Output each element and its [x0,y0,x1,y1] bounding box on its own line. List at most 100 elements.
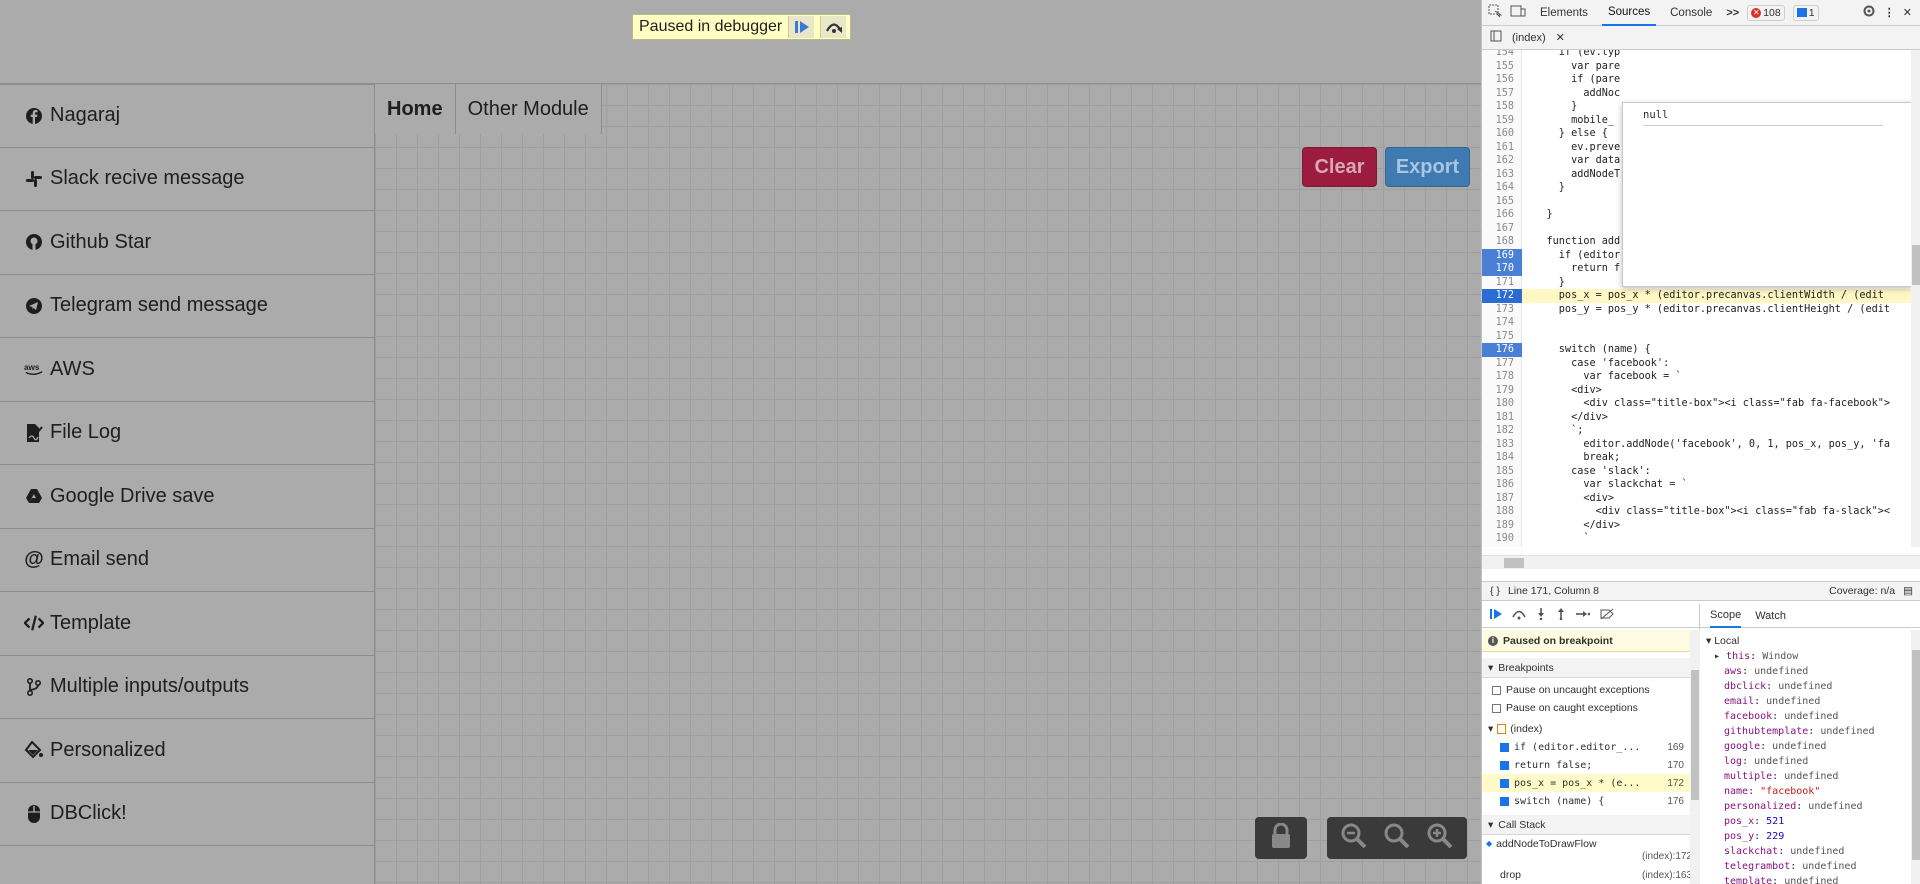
sidebar-item-dbclick[interactable]: DBClick! [0,783,374,846]
scope-variable[interactable]: multiple: undefined [1700,769,1920,784]
code-line[interactable]: 187 <div> [1482,492,1920,506]
lock-button[interactable] [1255,817,1307,859]
code-line[interactable]: 180 <div class="title-box"><i class="fab… [1482,397,1920,411]
coverage-icon[interactable]: ▤ [1903,585,1913,597]
settings-icon[interactable] [1862,4,1876,21]
sidebar-item-template[interactable]: Template [0,592,374,656]
line-number[interactable]: 175 [1482,330,1522,344]
scope-variable[interactable]: template: undefined [1700,874,1920,884]
sidebar-item-telegram-send-message[interactable]: Telegram send message [0,275,374,338]
file-tab-index[interactable]: (index) [1512,32,1546,44]
pause-caught-checkbox[interactable] [1492,703,1501,713]
code-line[interactable]: 182 `; [1482,424,1920,438]
scope-variable[interactable]: slackchat: undefined [1700,844,1920,859]
debugger-sidebar-scrollbar[interactable] [1690,630,1700,884]
step-over-icon[interactable] [1512,608,1526,623]
scope-scrollbar[interactable] [1911,630,1920,884]
scope-variable[interactable]: pos_x: 521 [1700,814,1920,829]
zoom-reset-icon[interactable] [1383,822,1411,855]
kebab-menu-icon[interactable]: ⋮ [1884,6,1895,19]
line-number[interactable]: 164 [1482,181,1522,195]
code-line[interactable]: 156 if (pare [1482,73,1920,87]
inspect-icon[interactable] [1488,4,1503,21]
code-line[interactable]: 186 var slackchat = ` [1482,478,1920,492]
close-devtools-icon[interactable]: ✕ [1903,6,1912,19]
line-number[interactable]: 180 [1482,397,1522,411]
code-editor[interactable]: 154 if (ev.typ 155 var pare 156 if (pare 15… [1482,50,1920,547]
line-number[interactable]: 188 [1482,505,1522,519]
sidebar-item-nagaraj[interactable]: Nagaraj [0,84,374,148]
line-number[interactable]: 181 [1482,411,1522,425]
code-line[interactable]: 185 case 'slack': [1482,465,1920,479]
code-line[interactable]: 155 var pare [1482,60,1920,74]
scope-variable[interactable]: personalized: undefined [1700,799,1920,814]
scope-variable[interactable]: dbclick: undefined [1700,679,1920,694]
call-frame-row[interactable]: drop (index):163 [1482,866,1700,884]
line-number[interactable]: 156 [1482,73,1522,87]
line-number[interactable]: 163 [1482,168,1522,182]
code-line[interactable]: 183 editor.addNode('facebook', 0, 1, pos… [1482,438,1920,452]
pause-uncaught-checkbox[interactable] [1492,685,1501,695]
line-number[interactable]: 190 [1482,532,1522,546]
scope-variable[interactable]: telegrambot: undefined [1700,859,1920,874]
breakpoint-checkbox[interactable] [1500,742,1509,752]
code-line[interactable]: 176 switch (name) { [1482,343,1920,357]
line-number[interactable]: 165 [1482,195,1522,209]
resume-icon[interactable] [788,16,815,38]
scope-variable[interactable]: google: undefined [1700,739,1920,754]
line-number[interactable]: 170 [1482,262,1522,276]
tab-sources[interactable]: Sources [1601,0,1657,26]
line-number[interactable]: 189 [1482,519,1522,533]
deactivate-breakpoints-icon[interactable] [1600,608,1614,623]
line-number[interactable]: 159 [1482,114,1522,128]
line-number[interactable]: 161 [1482,141,1522,155]
sidebar-item-google-drive-save[interactable]: Google Drive save [0,465,374,529]
tab-console[interactable]: Console [1664,0,1718,26]
more-tabs-button[interactable]: >> [1726,7,1739,19]
error-badge[interactable]: ✕ 108 [1747,4,1785,21]
code-line[interactable]: 154 if (ev.typ [1482,50,1920,60]
code-line[interactable]: 174 [1482,316,1920,330]
scope-variable[interactable]: name: "facebook" [1700,784,1920,799]
code-line[interactable]: 172 pos_x = pos_x * (editor.precanvas.cl… [1482,289,1920,303]
code-line[interactable]: 179 <div> [1482,384,1920,398]
scope-variable[interactable]: log: undefined [1700,754,1920,769]
line-number[interactable]: 174 [1482,316,1522,330]
code-line[interactable]: 188 <div class="title-box"><i class="fab… [1482,505,1920,519]
code-line[interactable]: 157 addNoc [1482,87,1920,101]
step-out-icon[interactable] [1556,608,1566,623]
line-number[interactable]: 154 [1482,50,1522,60]
scope-variable[interactable]: githubtemplate: undefined [1700,724,1920,739]
line-number[interactable]: 173 [1482,303,1522,317]
breakpoint-checkbox[interactable] [1500,778,1509,788]
pause-caught-row[interactable]: Pause on caught exceptions [1482,699,1700,717]
sidebar-item-personalized[interactable]: Personalized [0,719,374,783]
line-number[interactable]: 185 [1482,465,1522,479]
call-stack-section-header[interactable]: ▾ Call Stack [1482,815,1700,835]
line-number[interactable]: 179 [1482,384,1522,398]
code-line[interactable]: 190 ` [1482,532,1920,546]
export-button[interactable]: Export [1385,147,1470,187]
sidebar-item-aws[interactable]: aws AWS [0,338,374,402]
code-horizontal-scrollbar[interactable] [1482,555,1920,569]
pretty-print-icon[interactable]: { } [1490,585,1500,597]
sidebar-item-email-send[interactable]: @ Email send [0,529,374,592]
line-number[interactable]: 172 [1482,289,1522,303]
code-vertical-scrollbar[interactable] [1911,50,1920,547]
line-number[interactable]: 186 [1482,478,1522,492]
drawflow-canvas[interactable]: Home Other Module Clear Export [375,84,1481,884]
breakpoint-row[interactable]: if (editor.editor_... 169 [1482,738,1700,756]
line-number[interactable]: 177 [1482,357,1522,371]
tab-elements[interactable]: Elements [1534,0,1594,26]
breakpoint-row[interactable]: pos_x = pos_x * (e... 172 [1482,774,1700,792]
scope-local-header[interactable]: ▾ Local [1700,634,1920,649]
expand-triangle-icon[interactable]: ▸ [1714,651,1726,662]
tab-home[interactable]: Home [375,84,456,134]
code-line[interactable]: 178 var facebook = ` [1482,370,1920,384]
navigator-toggle-icon[interactable] [1490,30,1502,45]
tab-other-module[interactable]: Other Module [456,84,602,134]
line-number[interactable]: 178 [1482,370,1522,384]
scope-variable[interactable]: pos_y: 229 [1700,829,1920,844]
code-line[interactable]: 175 [1482,330,1920,344]
line-number[interactable]: 155 [1482,60,1522,74]
